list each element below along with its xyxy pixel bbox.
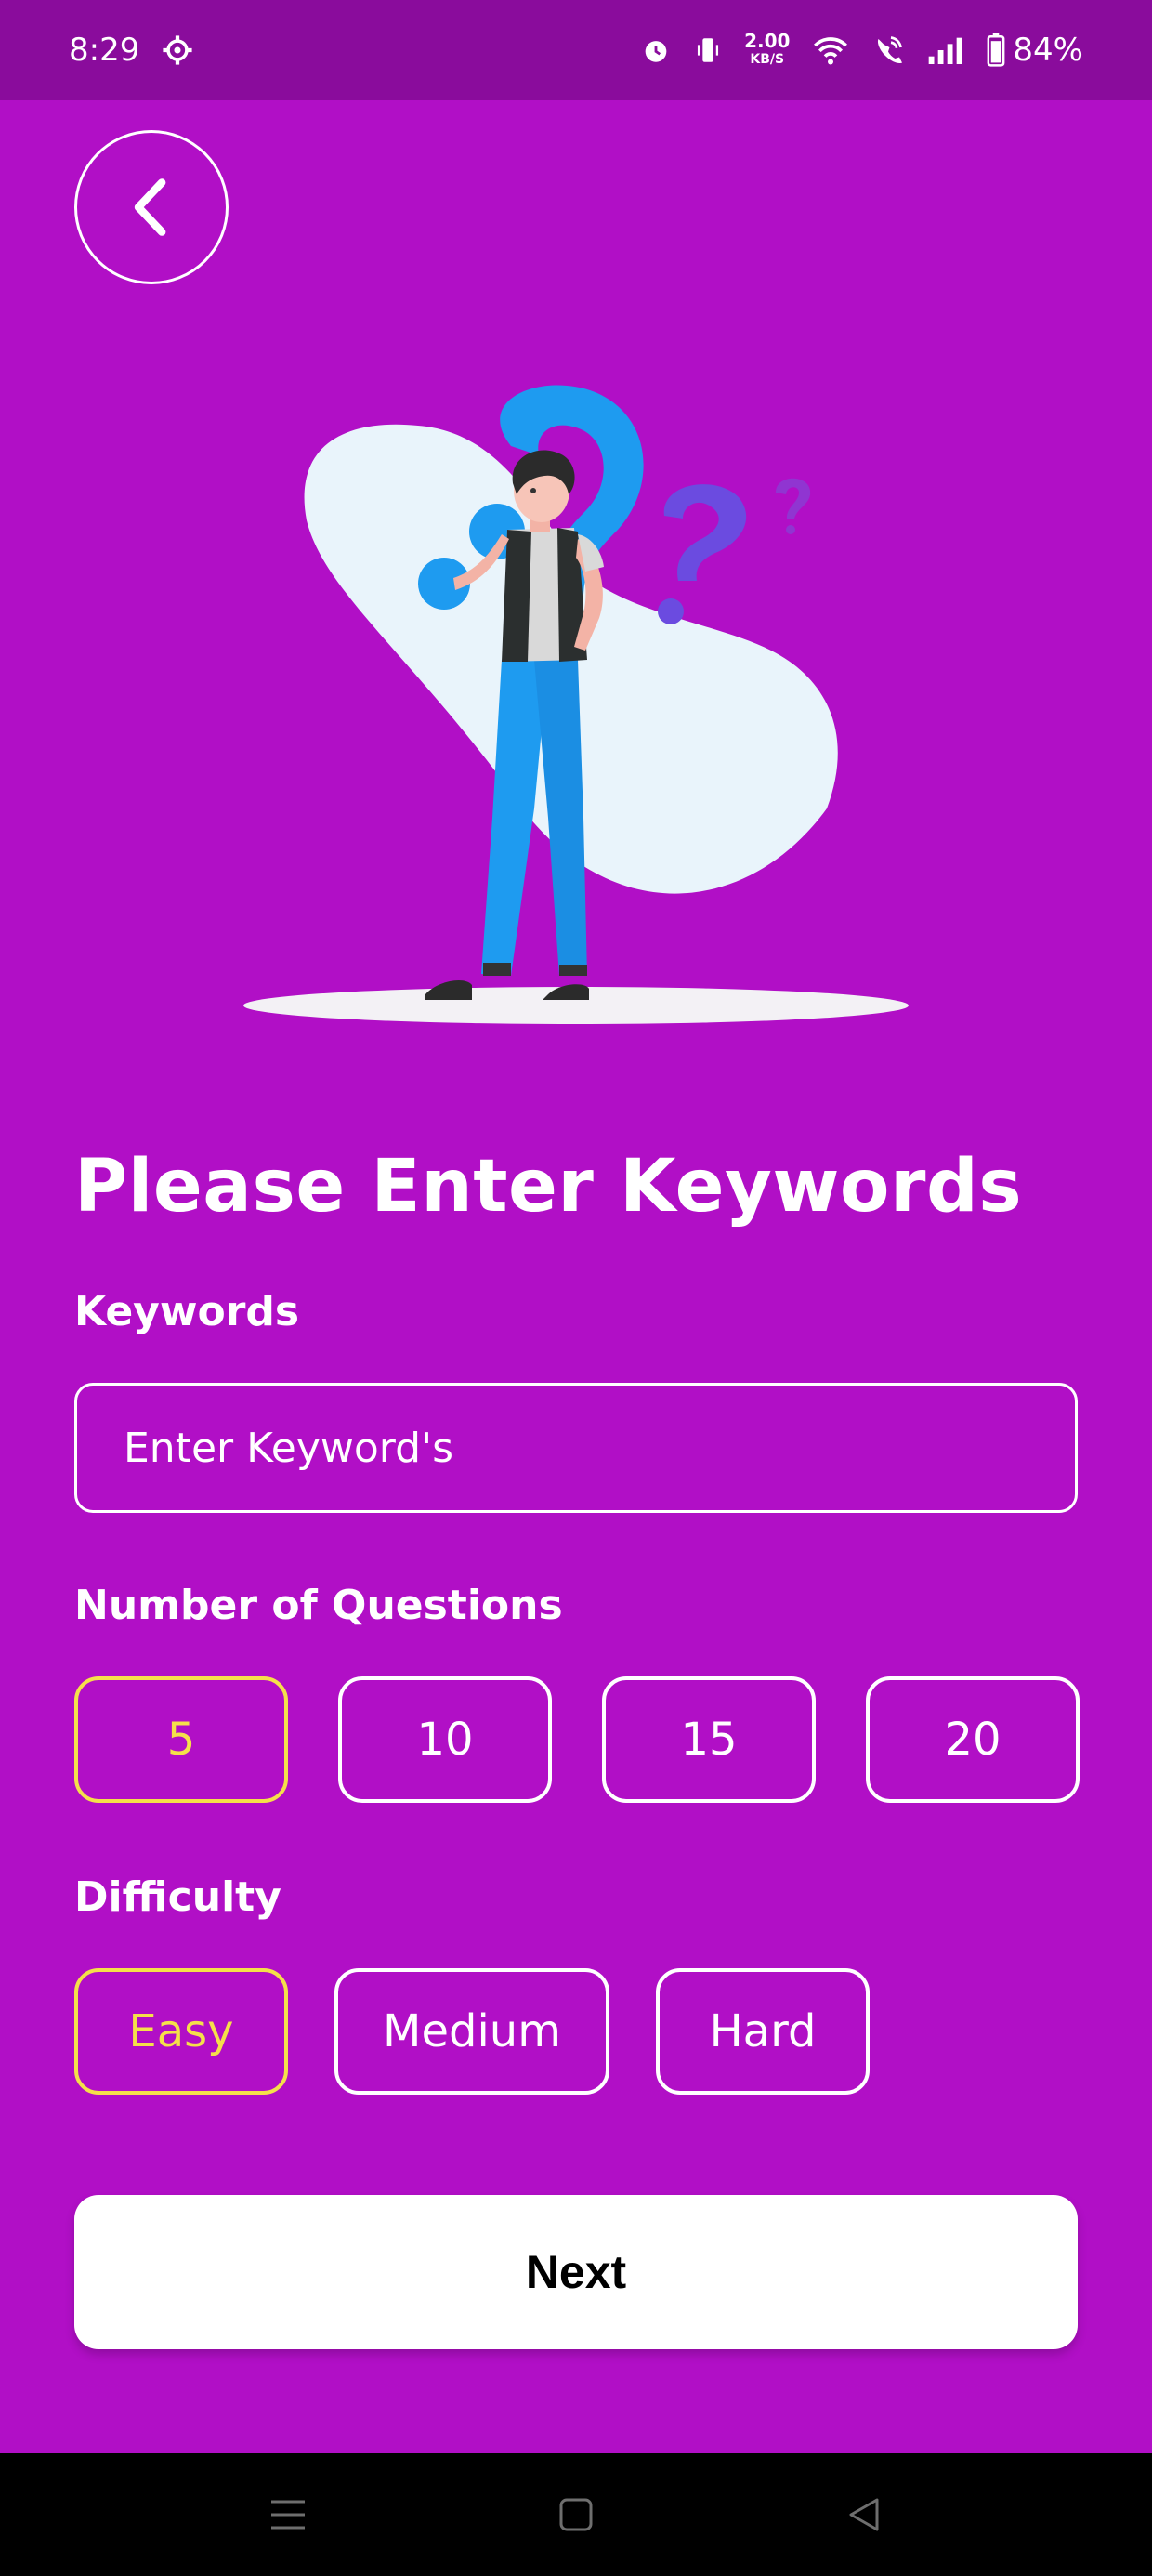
page-title: Please Enter Keywords [74, 1145, 1023, 1229]
wifi-calling-icon [871, 34, 905, 66]
question-count-20[interactable]: 20 [866, 1676, 1080, 1803]
questions-label: Number of Questions [74, 1582, 563, 1629]
back-icon[interactable] [836, 2487, 892, 2543]
net-speed-unit: KB/S [750, 52, 785, 67]
settings-icon [162, 34, 193, 66]
hero-illustration [232, 381, 920, 1032]
net-speed-value: 2.00 [744, 30, 791, 52]
vibrate-icon [694, 34, 722, 66]
question-mark-small [776, 478, 811, 519]
keywords-input[interactable] [74, 1383, 1078, 1513]
question-mark-medium [663, 484, 747, 581]
battery-icon [987, 33, 1005, 67]
battery-percent: 84% [1013, 32, 1083, 69]
chevron-left-icon [125, 175, 177, 240]
signal-icon [927, 36, 964, 64]
system-nav-bar [0, 2453, 1152, 2576]
status-bar: 8:29 2.00 KB/S 84% [0, 0, 1152, 100]
difficulty-easy[interactable]: Easy [74, 1968, 288, 2095]
difficulty-options: Easy Medium Hard [74, 1968, 870, 2095]
difficulty-hard[interactable]: Hard [656, 1968, 870, 2095]
difficulty-medium[interactable]: Medium [334, 1968, 609, 2095]
question-count-15[interactable]: 15 [602, 1676, 816, 1803]
status-time: 8:29 [69, 32, 140, 69]
home-icon[interactable] [548, 2487, 604, 2543]
question-count-5[interactable]: 5 [74, 1676, 288, 1803]
difficulty-label: Difficulty [74, 1873, 281, 1921]
status-right: 2.00 KB/S 84% [640, 32, 1083, 69]
question-count-10[interactable]: 10 [338, 1676, 552, 1803]
wifi-icon [812, 34, 849, 66]
next-button[interactable]: Next [74, 2195, 1078, 2349]
net-speed: 2.00 KB/S [744, 32, 790, 69]
questions-options: 5 10 15 20 [74, 1676, 1080, 1803]
menu-icon[interactable] [260, 2487, 316, 2543]
alarm-icon [640, 34, 672, 66]
status-left: 8:29 [69, 32, 193, 69]
back-button[interactable] [74, 130, 229, 284]
keywords-label: Keywords [74, 1288, 300, 1335]
